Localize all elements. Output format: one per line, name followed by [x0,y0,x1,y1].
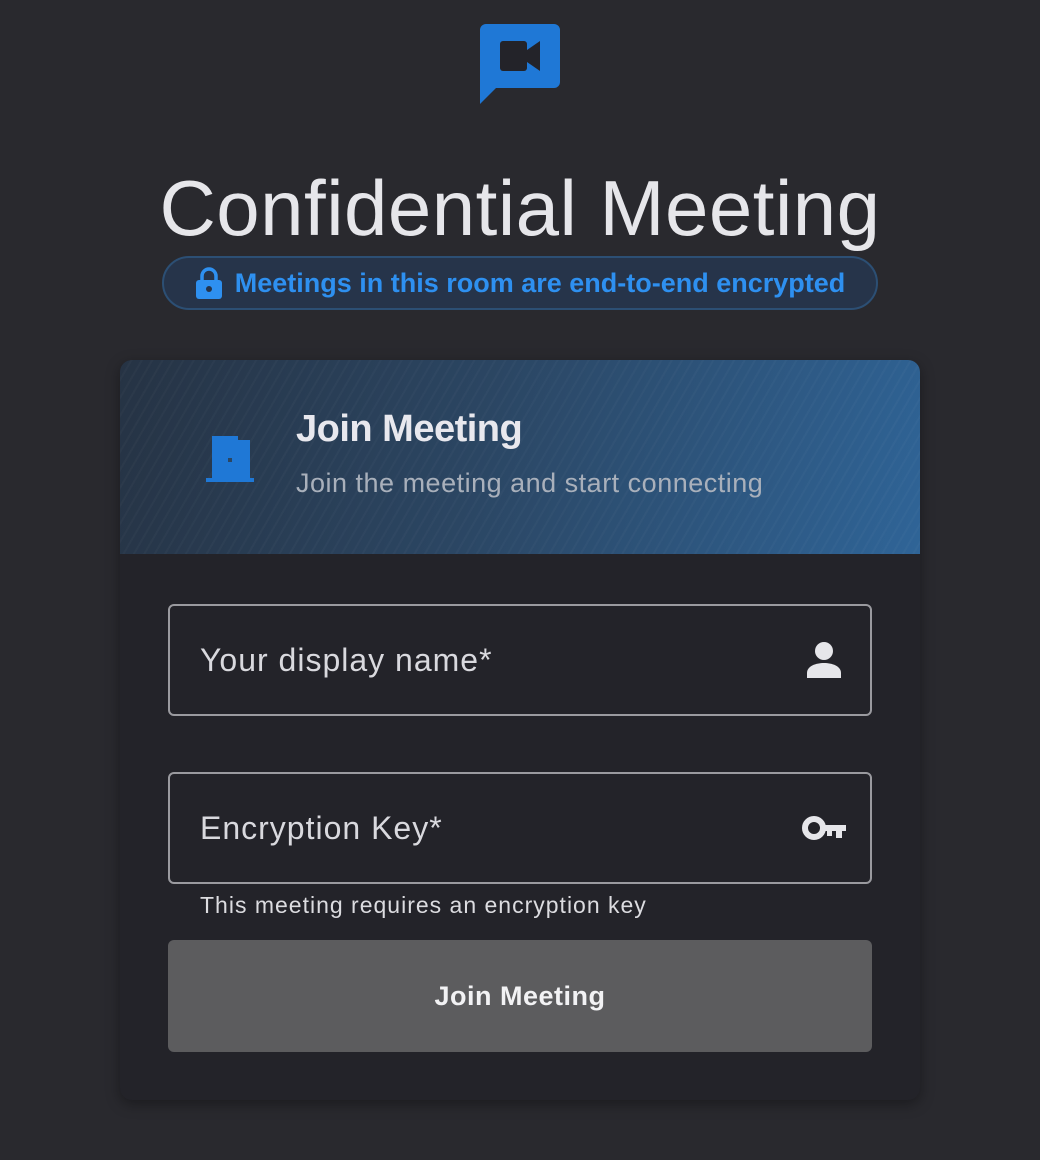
card-subtitle: Join the meeting and start connecting [296,468,764,498]
join-card: Join Meeting Join the meeting and start … [120,360,920,1100]
card-title: Join Meeting [296,408,523,450]
card-header: Join Meeting Join the meeting and start … [120,360,920,554]
display-name-input[interactable] [170,606,770,714]
person-icon [807,642,841,678]
door-icon [206,436,254,482]
encryption-badge: Meetings in this room are end-to-end enc… [162,256,878,310]
join-page: Confidential Meeting Meetings in this ro… [0,0,1040,1160]
display-name-field[interactable] [168,604,872,716]
video-chat-icon [480,24,560,104]
encryption-badge-text: Meetings in this room are end-to-end enc… [234,267,846,298]
page-title: Confidential Meeting [159,164,881,252]
key-icon [802,816,846,840]
lock-icon [195,267,222,299]
encryption-key-field[interactable] [168,772,872,884]
encryption-key-input[interactable] [170,774,770,882]
join-meeting-button[interactable]: Join Meeting [168,940,872,1052]
encryption-key-helper: This meeting requires an encryption key [200,892,647,918]
